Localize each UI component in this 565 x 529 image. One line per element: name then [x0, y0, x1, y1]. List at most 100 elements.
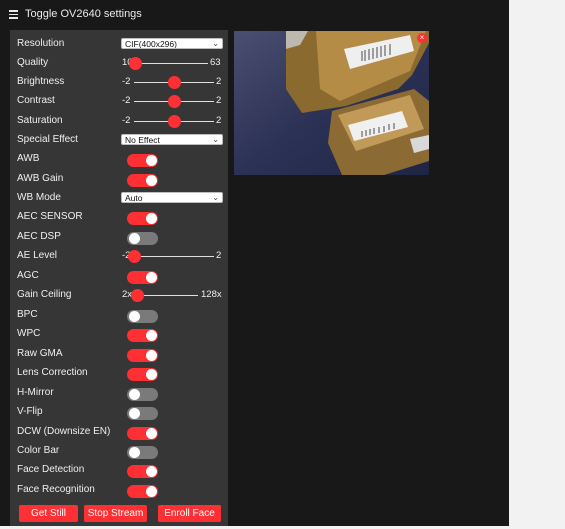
chevron-down-icon: ⌄ — [212, 193, 219, 202]
setting-row-bpc: BPC — [10, 306, 228, 325]
setting-row-v-flip: V-Flip — [10, 403, 228, 422]
face-detection-label: Face Detection — [17, 464, 85, 475]
bpc-label: BPC — [17, 309, 38, 320]
toggle-knob — [146, 175, 157, 186]
quality-label: Quality — [17, 57, 49, 68]
lens-correction-toggle[interactable] — [127, 368, 158, 381]
brightness-min-label: -2 — [122, 76, 131, 87]
toggle-knob — [146, 155, 157, 166]
setting-row-ae-level: AE Level -2 2 — [10, 247, 228, 266]
wpc-label: WPC — [17, 328, 41, 339]
quality-slider[interactable]: 10 63 — [122, 54, 223, 73]
toggle-knob — [129, 389, 140, 400]
saturation-handle[interactable] — [167, 115, 181, 128]
camera-frame — [234, 31, 429, 175]
setting-row-agc: AGC — [10, 267, 228, 286]
gain-ceiling-handle[interactable] — [130, 289, 144, 302]
contrast-handle[interactable] — [167, 95, 181, 108]
aec-dsp-toggle[interactable] — [127, 232, 158, 245]
saturation-slider[interactable]: -2 2 — [122, 112, 223, 131]
saturation-label: Saturation — [17, 115, 63, 126]
quality-track[interactable] — [135, 63, 208, 64]
enroll-face-button[interactable]: Enroll Face — [158, 505, 221, 522]
special-effect-label: Special Effect — [17, 134, 78, 145]
setting-row-saturation: Saturation -2 2 — [10, 112, 228, 131]
special-effect-select[interactable]: No Effect ⌄ — [121, 134, 223, 145]
resolution-select[interactable]: CIF(400x296) ⌄ — [121, 38, 223, 49]
agc-toggle[interactable] — [127, 271, 158, 284]
brightness-slider[interactable]: -2 2 — [122, 73, 223, 92]
h-mirror-toggle[interactable] — [127, 388, 158, 401]
dcw-toggle[interactable] — [127, 427, 158, 440]
settings-panel: Resolution CIF(400x296) ⌄ Quality 10 63 … — [10, 30, 228, 529]
wb-mode-select[interactable]: Auto ⌄ — [121, 192, 223, 203]
brightness-handle[interactable] — [167, 76, 181, 89]
chevron-down-icon: ⌄ — [212, 39, 219, 48]
setting-row-aec-sensor: AEC SENSOR — [10, 208, 228, 227]
stop-stream-button[interactable]: Stop Stream — [84, 505, 147, 522]
wb-mode-value: Auto — [125, 193, 143, 203]
setting-row-face-detection: Face Detection — [10, 461, 228, 480]
gain-ceiling-slider[interactable]: 2x 128x — [122, 286, 228, 305]
toggle-knob — [146, 369, 157, 380]
setting-row-resolution: Resolution CIF(400x296) ⌄ — [10, 35, 228, 54]
gain-ceiling-label: Gain Ceiling — [17, 289, 72, 300]
toggle-knob — [146, 272, 157, 283]
aec-dsp-label: AEC DSP — [17, 231, 61, 242]
toggle-knob — [129, 447, 140, 458]
camera-stream-image — [234, 31, 429, 175]
get-still-button[interactable]: Get Still — [19, 505, 78, 522]
toggle-knob — [146, 486, 157, 497]
setting-row-contrast: Contrast -2 2 — [10, 92, 228, 111]
contrast-slider[interactable]: -2 2 — [122, 92, 223, 111]
ae-level-max-label: 2 — [216, 250, 222, 261]
awb-gain-label: AWB Gain — [17, 173, 64, 184]
setting-row-special-effect: Special Effect No Effect ⌄ — [10, 131, 228, 150]
face-recognition-toggle[interactable] — [127, 485, 158, 498]
header-bar: Toggle OV2640 settings — [0, 0, 565, 28]
hamburger-menu-icon[interactable] — [9, 8, 21, 20]
awb-toggle[interactable] — [127, 154, 158, 167]
setting-row-awb: AWB — [10, 150, 228, 169]
ae-level-handle[interactable] — [127, 250, 141, 263]
brightness-label: Brightness — [17, 76, 65, 87]
setting-row-lens-correction: Lens Correction — [10, 364, 228, 383]
resolution-value: CIF(400x296) — [125, 39, 177, 49]
toggle-knob — [146, 466, 157, 477]
toggle-knob — [146, 428, 157, 439]
toggle-knob — [129, 408, 140, 419]
setting-row-raw-gma: Raw GMA — [10, 345, 228, 364]
gain-ceiling-max-label: 128x — [201, 289, 222, 300]
ae-level-track[interactable] — [134, 256, 214, 257]
toggle-knob — [129, 233, 140, 244]
color-bar-toggle[interactable] — [127, 446, 158, 459]
ae-level-label: AE Level — [17, 250, 58, 261]
page-title[interactable]: Toggle OV2640 settings — [25, 8, 142, 20]
awb-gain-toggle[interactable] — [127, 174, 158, 187]
saturation-min-label: -2 — [122, 115, 131, 126]
agc-label: AGC — [17, 270, 39, 281]
lens-correction-label: Lens Correction — [17, 367, 88, 378]
setting-row-color-bar: Color Bar — [10, 442, 228, 461]
h-mirror-label: H-Mirror — [17, 387, 54, 398]
toggle-knob — [146, 350, 157, 361]
v-flip-toggle[interactable] — [127, 407, 158, 420]
raw-gma-toggle[interactable] — [127, 349, 158, 362]
aec-sensor-toggle[interactable] — [127, 212, 158, 225]
setting-row-gain-ceiling: Gain Ceiling 2x 128x — [10, 286, 228, 305]
bpc-toggle[interactable] — [127, 310, 158, 323]
gain-ceiling-track[interactable] — [137, 295, 198, 296]
face-recognition-label: Face Recognition — [17, 484, 95, 495]
page-margin-right — [509, 0, 565, 529]
face-detection-toggle[interactable] — [127, 465, 158, 478]
wpc-toggle[interactable] — [127, 329, 158, 342]
toggle-knob — [146, 330, 157, 341]
special-effect-value: No Effect — [125, 135, 160, 145]
aec-sensor-label: AEC SENSOR — [17, 211, 83, 222]
ae-level-slider[interactable]: -2 2 — [122, 247, 223, 266]
close-icon[interactable]: × — [417, 33, 427, 43]
quality-handle[interactable] — [128, 57, 142, 70]
brightness-max-label: 2 — [216, 76, 222, 87]
contrast-label: Contrast — [17, 95, 55, 106]
v-flip-label: V-Flip — [17, 406, 43, 417]
